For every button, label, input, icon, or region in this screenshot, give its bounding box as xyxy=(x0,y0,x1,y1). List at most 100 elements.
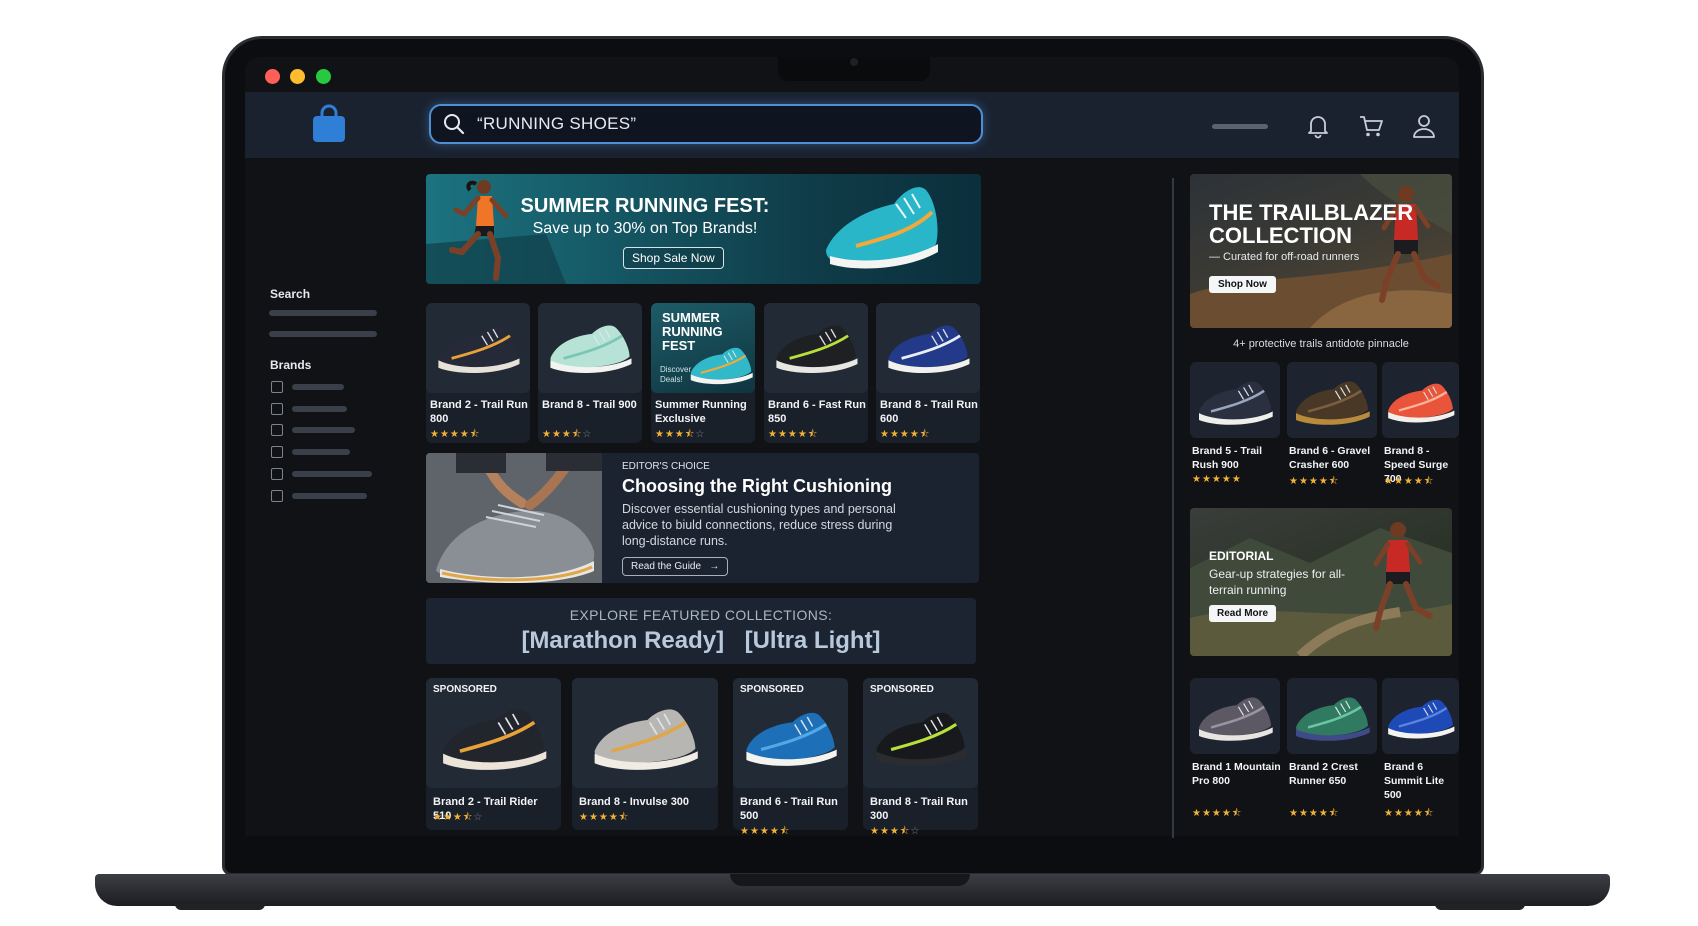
brand-checkbox[interactable] xyxy=(271,424,283,436)
product-image[interactable] xyxy=(1382,362,1459,438)
featured-collections-links: [Marathon Ready] [Ultra Light] xyxy=(426,627,976,655)
product-image[interactable] xyxy=(538,303,642,393)
rating-stars: ★★★★★ xyxy=(1192,474,1242,485)
rating-stars: ★★★★⯪ xyxy=(1289,808,1340,819)
editors-choice-body: Discover essential cushioning types and … xyxy=(622,502,896,548)
collection-link-ultra-light[interactable]: [Ultra Light] xyxy=(745,627,881,654)
trailblazer-title-line: THE TRAILBLAZER xyxy=(1209,200,1414,225)
close-window-button[interactable] xyxy=(265,69,280,84)
rating-stars: ★★★⯪☆ xyxy=(433,812,484,823)
brand-option-label xyxy=(292,406,347,412)
brand-option-label xyxy=(292,427,355,433)
laptop-scene: “RUNNING SHOES” Search Brands SUMMER RUN… xyxy=(0,0,1698,926)
read-more-button[interactable]: Read More xyxy=(1209,605,1277,622)
brand-checkbox[interactable] xyxy=(271,446,283,458)
editorial-body: Gear-up strategies for all-terrain runni… xyxy=(1209,567,1346,597)
sponsored-badge: SPONSORED xyxy=(740,684,804,695)
product-name[interactable]: Brand 6 - Fast Run 850 xyxy=(768,398,868,426)
shop-sale-now-button[interactable]: Shop Sale Now xyxy=(623,247,724,269)
product-image[interactable] xyxy=(764,303,868,393)
rating-stars: ★★★★⯪ xyxy=(579,812,630,823)
rating-stars: ★★★★⯪ xyxy=(1384,808,1435,819)
product-image[interactable] xyxy=(1287,678,1377,754)
hero-title: SUMMER RUNNING FEST: xyxy=(520,195,770,217)
promo-tile-sub: Discover Deals! xyxy=(660,365,692,384)
product-name[interactable]: Brand 6 Summit Lite 500 xyxy=(1384,760,1461,802)
rating-stars: ★★★★⯪ xyxy=(1192,808,1243,819)
rating-stars: ★★★★⯪ xyxy=(1384,476,1435,487)
sidebar-brands-label: Brands xyxy=(270,358,312,372)
brand-checkbox[interactable] xyxy=(271,468,283,480)
lacing-shoe-image xyxy=(426,453,602,583)
rating-stars: ★★★⯪☆ xyxy=(655,429,706,440)
product-image[interactable] xyxy=(1190,362,1280,438)
bell-icon[interactable] xyxy=(1304,112,1332,140)
product-name[interactable]: Brand 6 - Gravel Crasher 600 xyxy=(1289,444,1379,472)
brand-option-label xyxy=(292,493,367,499)
promo-tile-title: SUMMER RUNNING FEST xyxy=(662,310,723,353)
editorial-kicker: EDITORIAL xyxy=(1209,549,1274,563)
product-image[interactable] xyxy=(1190,678,1280,754)
hero-subtitle: Save up to 30% on Top Brands! xyxy=(532,220,758,237)
rating-stars: ★★★★⯪ xyxy=(1289,476,1340,487)
maximize-window-button[interactable] xyxy=(316,69,331,84)
cart-icon[interactable] xyxy=(1357,112,1385,140)
arrow-right-icon: → xyxy=(703,561,720,572)
sidebar-search-field[interactable] xyxy=(269,310,377,316)
laptop-hinge-notch xyxy=(730,874,970,886)
brand-checkbox[interactable] xyxy=(271,403,283,415)
collection-link-marathon-ready[interactable]: [Marathon Ready] xyxy=(521,627,724,654)
editors-choice-title: Choosing the Right Cushioning xyxy=(622,476,892,496)
sponsored-badge: SPONSORED xyxy=(870,684,934,695)
product-name[interactable]: Brand 8 - Trail Run 600 xyxy=(880,398,980,426)
product-name[interactable]: Brand 5 - Trail Rush 900 xyxy=(1192,444,1282,472)
rating-stars: ★★★★⯪ xyxy=(740,826,791,837)
product-image[interactable]: SUMMER RUNNING FEST Discover Deals! xyxy=(651,303,755,393)
rating-stars: ★★★★⯪ xyxy=(768,429,819,440)
rating-stars: ★★★★⯪ xyxy=(880,429,931,440)
laptop-foot xyxy=(1435,904,1525,910)
featured-collections-heading: EXPLORE FEATURED COLLECTIONS: xyxy=(569,607,833,623)
laptop-foot xyxy=(175,904,265,910)
product-image[interactable] xyxy=(1287,362,1377,438)
sponsored-badge: SPONSORED xyxy=(433,684,497,695)
sidebar-search-field[interactable] xyxy=(269,331,377,337)
shopping-bag-logo-icon[interactable] xyxy=(311,104,347,144)
search-icon xyxy=(444,114,465,135)
product-name[interactable]: Brand 8 - Invulse 300 xyxy=(579,795,715,809)
sidebar-search-label: Search xyxy=(270,287,311,301)
brand-option-label xyxy=(292,384,344,390)
column-divider xyxy=(1172,178,1174,838)
product-name[interactable]: Summer Running Exclusive xyxy=(655,398,755,426)
rating-stars: ★★★★⯪ xyxy=(430,429,481,440)
header-placeholder-bar xyxy=(1212,124,1268,129)
product-name[interactable]: Brand 8 - Trail 900 xyxy=(542,398,642,412)
product-name[interactable]: Brand 1 Mountain Pro 800 xyxy=(1192,760,1282,788)
product-image[interactable] xyxy=(876,303,980,393)
search-bar[interactable]: “RUNNING SHOES” xyxy=(429,104,983,144)
trailblazer-caption: 4+ protective trails antidote pinnacle xyxy=(1233,338,1409,350)
product-name[interactable]: Brand 6 - Trail Run 500 xyxy=(740,795,845,823)
brand-option-label xyxy=(292,471,372,477)
product-image[interactable] xyxy=(426,303,530,393)
product-name[interactable]: Brand 2 - Trail Run 800 xyxy=(430,398,530,426)
rating-stars: ★★★⯪☆ xyxy=(870,826,921,837)
brand-checkbox[interactable] xyxy=(271,381,283,393)
trailblazer-title: THE TRAILBLAZER COLLECTION xyxy=(1209,201,1413,247)
rating-stars: ★★★⯪☆ xyxy=(542,429,593,440)
read-the-guide-label: Read the Guide xyxy=(631,561,702,572)
product-name[interactable]: Brand 8 - Trail Run 300 xyxy=(870,795,975,823)
product-image[interactable] xyxy=(1382,678,1459,754)
brand-option-label xyxy=(292,449,350,455)
brand-checkbox[interactable] xyxy=(271,490,283,502)
product-name[interactable]: Brand 2 Crest Runner 650 xyxy=(1289,760,1379,788)
shop-now-button[interactable]: Shop Now xyxy=(1209,276,1276,293)
read-the-guide-button[interactable]: Read the Guide → xyxy=(622,557,729,576)
trailblazer-title-line: COLLECTION xyxy=(1209,223,1352,248)
user-icon[interactable] xyxy=(1410,112,1438,140)
product-image[interactable] xyxy=(572,678,718,788)
camera-icon xyxy=(850,58,858,66)
editors-choice-kicker: EDITOR'S CHOICE xyxy=(622,461,710,472)
search-input[interactable]: “RUNNING SHOES” xyxy=(477,114,636,134)
minimize-window-button[interactable] xyxy=(290,69,305,84)
